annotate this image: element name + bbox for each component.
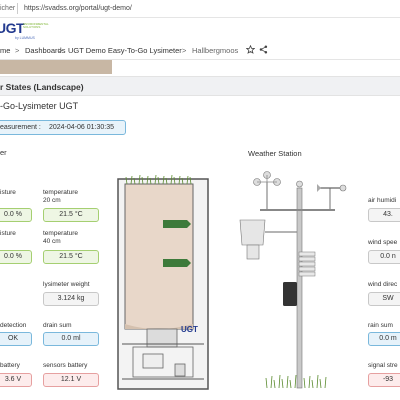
sensors-battery-value: 12.1 V [43,373,99,387]
wind-direction-value: SW [368,292,400,306]
last-measurement-badge: easurement : 2024-04-06 01:30:35 [0,120,126,135]
breadcrumb: me > Dashboards > UGT Demo Easy-To-Go Ly… [0,40,400,60]
address-bar[interactable]: icher https://svadss.org/portal/ugt-demo… [0,0,400,18]
temperature-20cm-label: temperature 20 cm [43,189,79,204]
app-header [0,18,400,40]
weather-section-title: Weather Station [248,149,302,158]
panel-title: r States (Landscape) [0,82,84,92]
breadcrumb-location: Hallbergmoos [192,46,239,55]
air-humidity-label: air humidi [368,197,397,204]
leak-detection-value: OK [0,332,32,346]
wind-speed-label: wind spee [368,239,398,246]
signal-strength-label: signal stre [368,362,398,369]
loading-strip [0,60,112,74]
soil-moisture-value: 0.0 % [0,208,32,222]
logo-text: UGT [0,20,25,36]
rain-sum-label: rain sum [368,322,393,329]
divider [17,3,18,14]
security-label: icher [0,5,16,12]
breadcrumb-home[interactable]: me [0,46,10,55]
breadcrumb-separator: > [15,46,20,55]
temperature-40cm-label: temperature 40 cm [43,230,79,245]
url-text[interactable]: https://svadss.org/portal/ugt-demo/ [24,5,132,12]
lysimeter-section-title: er [0,148,7,157]
temperature-20cm-value: 21.5 °C [43,208,99,222]
last-measurement-label: easurement : [0,124,41,131]
battery-label: battery [0,362,20,369]
rain-sum-value: 0.0 m [368,332,400,346]
drain-sum-label: drain sum [43,322,72,329]
soil-moisture-value: 0.0 % [0,250,32,264]
star-icon[interactable] [246,45,255,54]
air-humidity-value: 43. [368,208,400,222]
logo[interactable]: UGT ENVIRONMENTAL SOLUTIONS by LUMMUS [0,20,49,40]
breadcrumb-separator: > [58,46,63,55]
leak-detection-label: detection [0,322,27,329]
wind-direction-label: wind direc [368,281,398,288]
panel-header: r States (Landscape) [0,76,400,96]
signal-strength-value: -93 [368,373,400,387]
logo-tagline: ENVIRONMENTAL SOLUTIONS [23,22,49,29]
device-logo-text: UGT [181,325,198,334]
soil-moisture-label: isture [0,230,16,237]
share-icon[interactable] [259,45,268,54]
soil-moisture-label: isture [0,189,16,196]
lysimeter-weight-value: 3.124 kg [43,292,99,306]
temperature-40cm-value: 21.5 °C [43,250,99,264]
last-measurement-value: 2024-04-06 01:30:35 [49,124,114,131]
battery-value: 3.6 V [0,373,32,387]
breadcrumb-demo[interactable]: UGT Demo Easy-To-Go Lysimeter [68,46,182,55]
lysimeter-illustration: UGT [117,174,209,390]
sensors-battery-label: sensors battery [43,362,88,369]
breadcrumb-separator: > [182,46,187,55]
wind-speed-value: 0.0 n [368,250,400,264]
weather-station-illustration [239,171,347,389]
panel-subtitle: -Go-Lysimeter UGT [0,101,79,111]
drain-sum-value: 0.0 ml [43,332,99,346]
lysimeter-weight-label: lysimeter weight [43,281,90,288]
